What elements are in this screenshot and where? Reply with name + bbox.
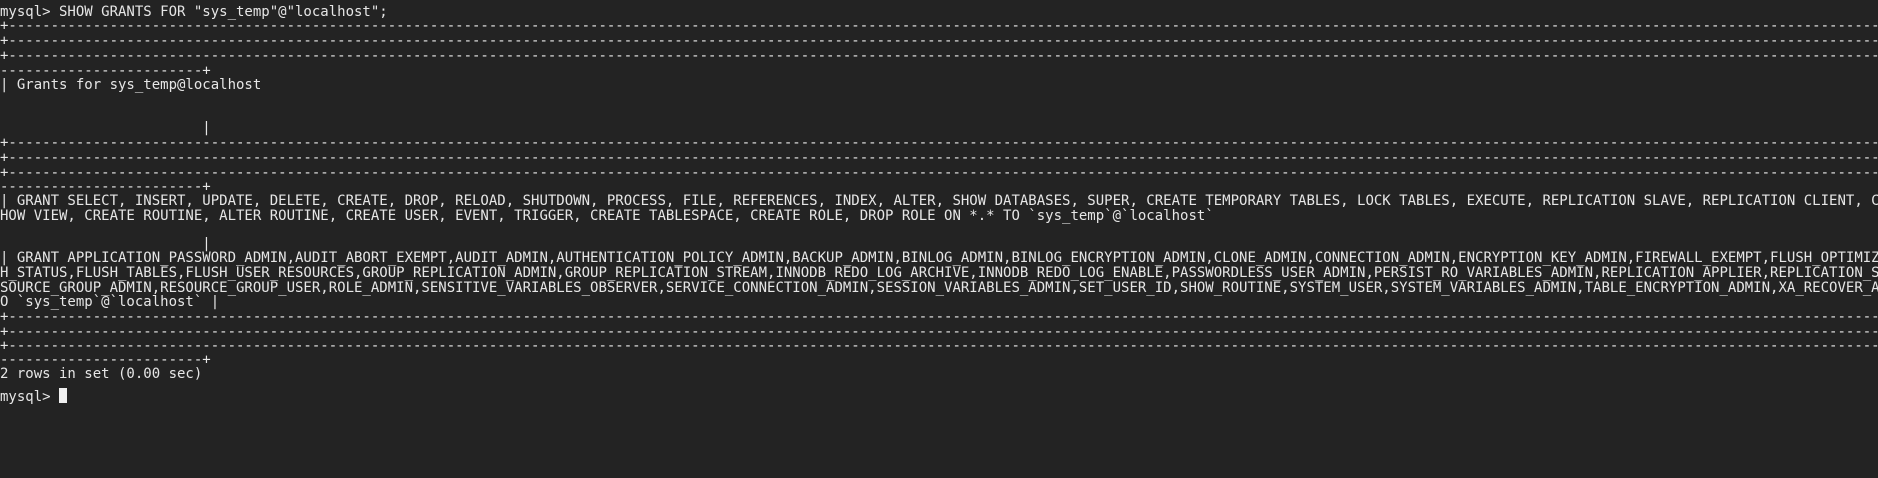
result-summary: 2 rows in set (0.00 sec) [0, 366, 203, 382]
cursor-icon [59, 388, 68, 403]
prompt-label: mysql> [0, 389, 60, 405]
table-row-1-line-2: HOW VIEW, CREATE ROUTINE, ALTER ROUTINE,… [0, 208, 1214, 224]
prompt-line[interactable]: mysql> [0, 388, 1878, 405]
column-header: | Grants for sys_temp@localhost [0, 77, 262, 93]
terminal-window[interactable]: mysql> SHOW GRANTS FOR "sys_temp"@"local… [0, 0, 1878, 478]
